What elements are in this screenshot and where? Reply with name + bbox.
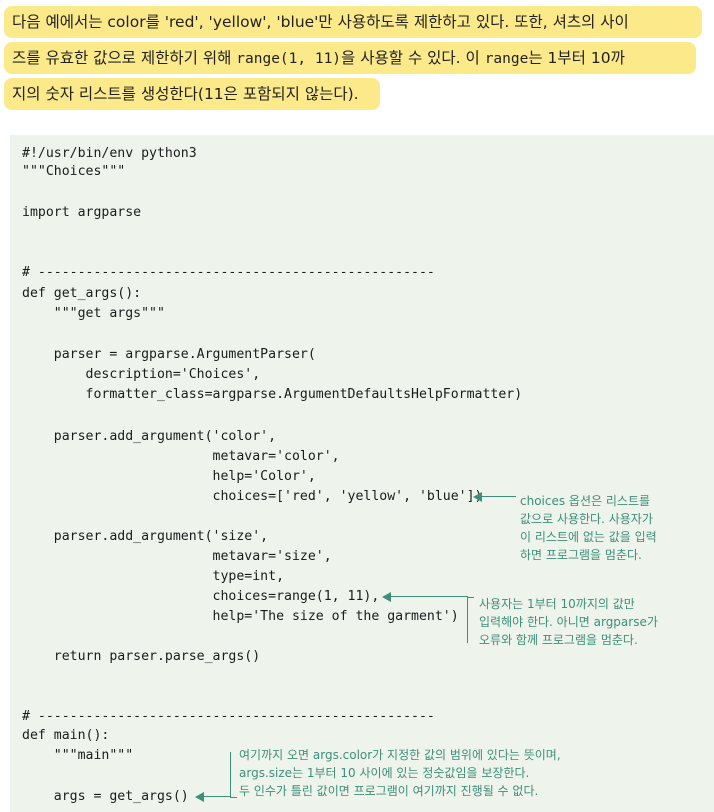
callout-text: 두 인수가 틀린 값이면 프로그램이 여기까지 진행될 수 없다. <box>239 784 539 798</box>
callout-text: args.size는 1부터 10 사이에 있는 정숫값임을 보장한다. <box>239 766 530 780</box>
inline-code: range(1, 11) <box>236 51 342 67</box>
intro-line-1: 다음 예에서는 color를 'red', 'yellow', 'blue'만 … <box>4 6 702 38</box>
code-line: metavar='size', <box>22 549 332 564</box>
callout-choices: choices 옵션은 리스트를 값으로 사용한다. 사용자가 이 리스트에 없… <box>520 492 657 564</box>
callout-text: 여기까지 오면 args.color가 지정한 값의 범위에 있다는 뜻이며, <box>239 748 561 762</box>
intro-paragraph: 다음 예에서는 color를 'red', 'yellow', 'blue'만 … <box>0 0 714 110</box>
code-line: # --------------------------------------… <box>22 709 435 724</box>
callout-text: 하면 프로그램을 멈춘다. <box>520 548 642 562</box>
code-line: def main(): <box>22 728 110 743</box>
intro-text: 을 사용할 수 있다. 이 <box>341 49 485 67</box>
code-line: type=int, <box>22 569 285 584</box>
code-line: choices=['red', 'yellow', 'blue']) <box>22 489 483 504</box>
code-line: help='The size of the garment') <box>22 609 459 624</box>
code-listing: #!/usr/bin/env python3 """Choices""" imp… <box>10 135 714 812</box>
intro-text: 다음 예에서는 color를 'red', 'yellow', 'blue'만 … <box>12 13 629 31</box>
callout-connector <box>467 597 474 643</box>
code-line: metavar='color', <box>22 449 340 464</box>
arrow-left-icon <box>473 492 516 502</box>
intro-line-2: 즈를 유효한 값으로 제한하기 위해 range(1, 11)을 사용할 수 있… <box>4 42 696 74</box>
code-line: choices=range(1, 11), <box>22 589 380 604</box>
code-line: """Choices""" <box>22 164 126 179</box>
code-line: args = get_args() <box>22 789 189 804</box>
callout-range: 사용자는 1부터 10까지의 값만 입력해야 한다. 아니면 argparse가… <box>479 595 658 649</box>
intro-text: 즈를 유효한 값으로 제한하기 위해 <box>12 49 237 67</box>
inline-code: range <box>484 51 529 67</box>
code-line: return parser.parse_args() <box>22 649 261 664</box>
code-line: help='Color', <box>22 469 316 484</box>
code-line: """main""" <box>22 748 134 763</box>
intro-line-3: 지의 숫자 리스트를 생성한다(11은 포함되지 않는다). <box>4 78 380 110</box>
code-line: parser.add_argument('color', <box>22 429 277 444</box>
callout-main: 여기까지 오면 args.color가 지정한 값의 범위에 있다는 뜻이며, … <box>239 746 561 800</box>
code-line: """get args""" <box>22 306 165 321</box>
callout-text: 사용자는 1부터 10까지의 값만 <box>479 597 635 611</box>
code-line: parser = argparse.ArgumentParser( <box>22 347 316 362</box>
code-line: description='Choices', <box>22 367 261 382</box>
callout-text: 이 리스트에 없는 값을 입력 <box>520 530 657 544</box>
callout-text: choices 옵션은 리스트를 <box>520 494 651 508</box>
code-line: # --------------------------------------… <box>22 265 435 280</box>
code-line: #!/usr/bin/env python3 <box>22 146 197 161</box>
arrow-left-icon <box>382 592 468 602</box>
code-line: formatter_class=argparse.ArgumentDefault… <box>22 387 523 402</box>
code-line: def get_args(): <box>22 286 142 301</box>
intro-text: 지의 숫자 리스트를 생성한다(11은 포함되지 않는다). <box>12 85 359 103</box>
code-line: parser.add_argument('size', <box>22 529 269 544</box>
callout-text: 값으로 사용한다. 사용자가 <box>520 512 653 526</box>
callout-text: 입력해야 한다. 아니면 argparse가 <box>479 615 658 629</box>
arrow-left-icon <box>195 792 231 802</box>
code-line: import argparse <box>22 205 142 220</box>
intro-text: 는 1부터 10까 <box>528 49 625 67</box>
callout-text: 오류와 함께 프로그램을 멈춘다. <box>479 633 638 647</box>
callout-connector <box>230 752 237 798</box>
